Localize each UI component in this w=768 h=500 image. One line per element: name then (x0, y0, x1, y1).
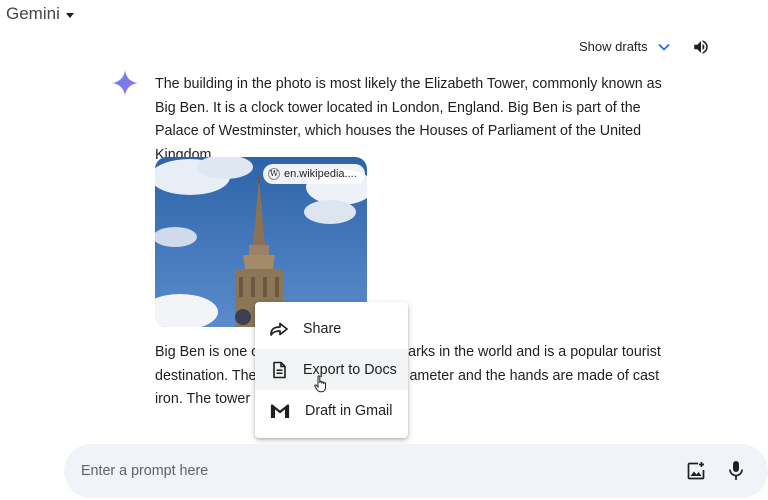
chevron-down-icon (658, 43, 670, 51)
docs-icon (273, 361, 286, 378)
text-line: Big Ben is one o arks in the world and is… (155, 344, 661, 360)
speaker-icon[interactable] (692, 38, 710, 56)
text-line: destination. The ameter and the hands are… (155, 367, 660, 384)
microphone-icon[interactable] (728, 460, 744, 482)
hand-pointer-icon (314, 375, 326, 393)
wikipedia-icon: W (268, 168, 280, 180)
gemini-app: Gemini Show drafts The building in the p… (0, 0, 768, 500)
menu-item-label: Draft in Gmail (305, 402, 393, 419)
response-paragraph: The building in the photo is most likely… (155, 76, 662, 163)
gemini-spark-icon (112, 70, 138, 96)
menu-item-export-to-docs[interactable]: Export to Docs (255, 349, 408, 390)
share-export-menu: Share Export to Docs Draft in Gmail (255, 302, 408, 438)
caret-down-icon (65, 12, 74, 18)
prompt-input[interactable] (81, 444, 641, 498)
model-selector[interactable]: Gemini (6, 4, 74, 24)
text-line: iron. The tower is (155, 391, 265, 407)
prompt-bar (64, 444, 768, 498)
response-paragraph-2: Big Ben is one o arks in the world and is… (155, 341, 675, 412)
app-title: Gemini (6, 4, 60, 23)
gmail-icon (270, 403, 290, 418)
menu-item-draft-in-gmail[interactable]: Draft in Gmail (255, 390, 408, 431)
add-image-icon[interactable] (686, 461, 706, 481)
show-drafts-label: Show drafts (579, 39, 648, 54)
show-drafts-button[interactable]: Show drafts (579, 39, 670, 54)
menu-item-label: Share (303, 320, 342, 337)
image-source-label: en.wikipedia.... (284, 168, 357, 180)
share-arrow-icon (270, 322, 288, 336)
image-source-chip[interactable]: W en.wikipedia.... (263, 164, 365, 184)
menu-item-share[interactable]: Share (255, 308, 408, 349)
